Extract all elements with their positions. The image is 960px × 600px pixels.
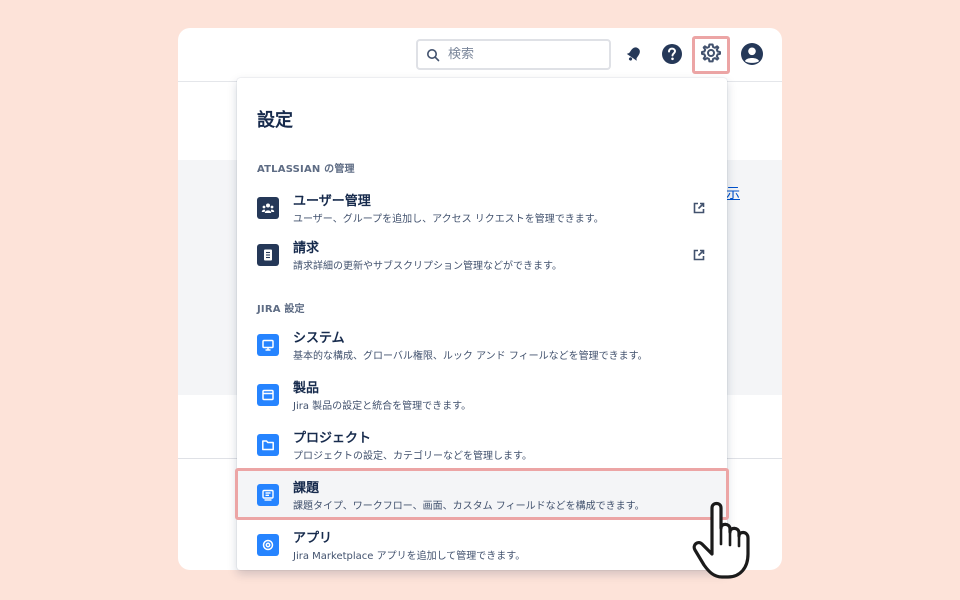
menu-item-description: プロジェクトの設定、カテゴリーなどを管理します。 <box>293 451 532 462</box>
help-button[interactable] <box>654 38 690 74</box>
menu-item-description: 基本的な構成、グローバル権限、ルック アンド フィールなどを管理できます。 <box>293 351 648 362</box>
menu-item-name: 製品 <box>293 381 320 396</box>
menu-item-description: Jira Marketplace アプリを追加して管理できます。 <box>293 551 526 562</box>
app-icon <box>257 534 279 556</box>
menu-item-name: システム <box>293 331 345 346</box>
window-icon <box>257 384 279 406</box>
menu-item-products[interactable]: 製品 Jira 製品の設定と統合を管理できます。 <box>237 370 727 420</box>
menu-item-projects[interactable]: プロジェクト プロジェクトの設定、カテゴリーなどを管理します。 <box>237 420 727 470</box>
help-icon <box>661 43 683 69</box>
menu-item-name: 課題 <box>293 481 320 496</box>
issue-icon <box>257 484 279 506</box>
settings-dropdown: 設定 ATLASSIAN の管理 ユーザー管理 ユーザー、グループを追加し、アク… <box>237 78 727 570</box>
profile-button[interactable] <box>734 38 770 74</box>
bell-icon <box>624 44 644 68</box>
menu-item-system[interactable]: システム 基本的な構成、グローバル権限、ルック アンド フィールなどを管理できま… <box>237 320 727 370</box>
hand-pointer-icon <box>690 498 776 582</box>
gear-icon <box>700 42 722 68</box>
external-link-icon <box>692 247 706 261</box>
menu-item-description: 請求詳細の更新やサブスクリプション管理などができます。 <box>293 261 562 272</box>
menu-item-description: ユーザー、グループを追加し、アクセス リクエストを管理できます。 <box>293 214 604 225</box>
folder-icon <box>257 434 279 456</box>
menu-item-issues[interactable]: 課題 課題タイプ、ワークフロー、画面、カスタム フィールドなどを構成できます。 <box>237 470 727 520</box>
menu-item-user-management[interactable]: ユーザー管理 ユーザー、グループを追加し、アクセス リクエストを管理できます。 <box>237 183 727 233</box>
section-heading-atlassian: ATLASSIAN の管理 <box>257 164 355 175</box>
section-heading-jira: JIRA 設定 <box>257 304 305 315</box>
menu-item-description: 課題タイプ、ワークフロー、画面、カスタム フィールドなどを構成できます。 <box>293 501 645 512</box>
menu-item-apps[interactable]: アプリ Jira Marketplace アプリを追加して管理できます。 <box>237 520 727 570</box>
menu-item-name: アプリ <box>293 531 333 546</box>
monitor-icon <box>257 334 279 356</box>
notifications-button[interactable] <box>616 38 652 74</box>
menu-item-name: 請求 <box>293 241 320 256</box>
menu-item-description: Jira 製品の設定と統合を管理できます。 <box>293 401 472 412</box>
menu-item-billing[interactable]: 請求 請求詳細の更新やサブスクリプション管理などができます。 <box>237 230 727 280</box>
search-input[interactable] <box>448 47 588 62</box>
document-icon <box>257 244 279 266</box>
people-icon <box>257 197 279 219</box>
settings-button[interactable] <box>692 36 730 74</box>
dropdown-title: 設定 <box>257 110 293 131</box>
external-link-icon <box>692 200 706 214</box>
menu-item-name: ユーザー管理 <box>293 194 371 209</box>
background-link[interactable]: 示 <box>726 183 740 203</box>
top-navigation <box>178 28 782 82</box>
search-icon <box>426 48 440 62</box>
menu-item-name: プロジェクト <box>293 431 372 446</box>
avatar-icon <box>740 42 764 70</box>
search-box[interactable] <box>416 39 611 70</box>
